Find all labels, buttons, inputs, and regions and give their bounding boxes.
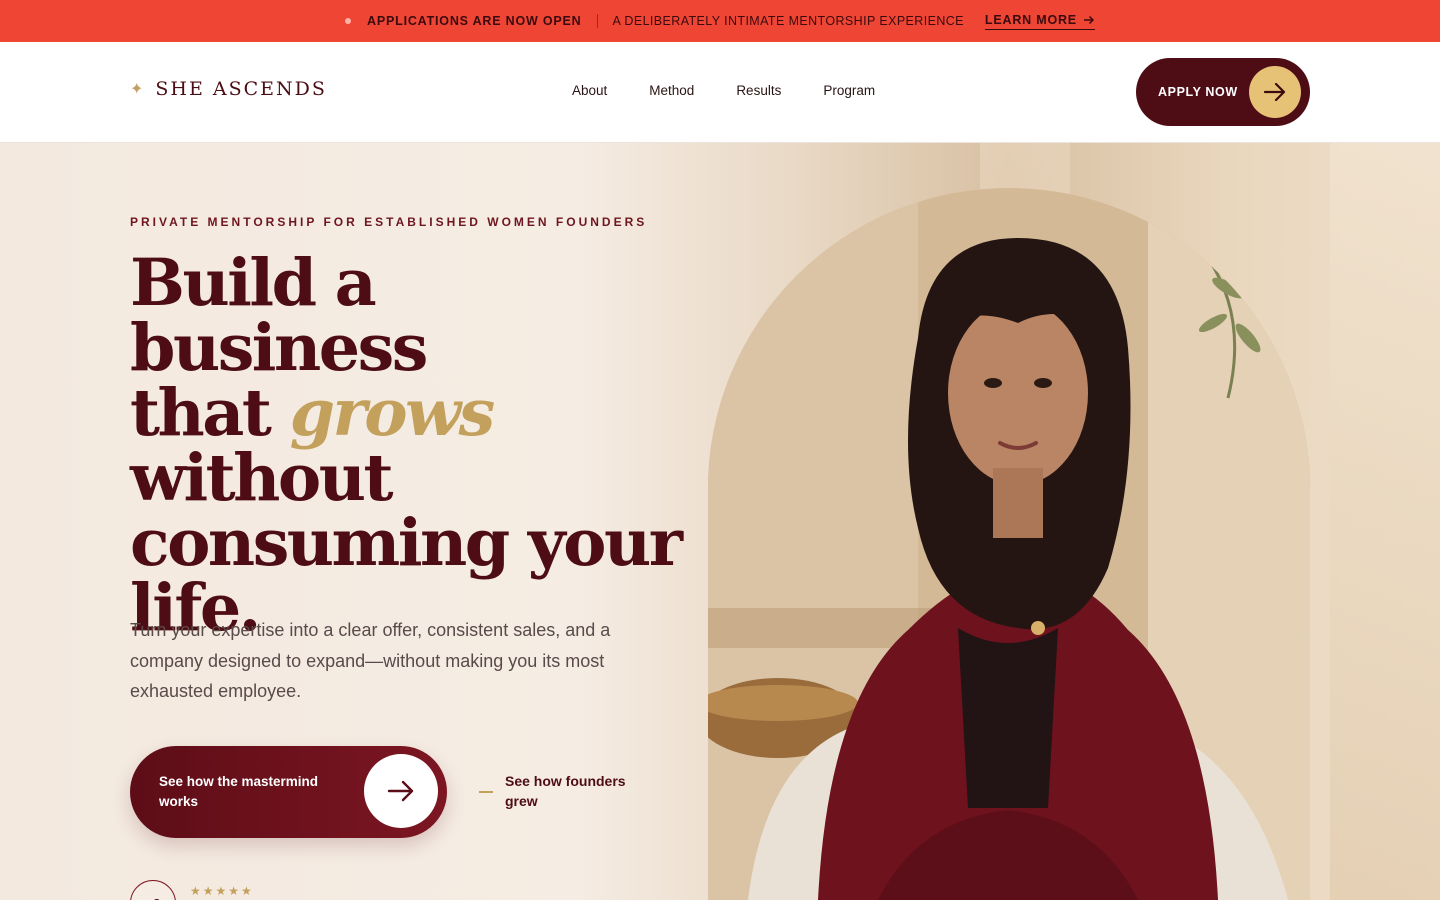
hero-subheading: Turn your expertise into a clear offer, … [130, 620, 611, 701]
main-nav: About Method Results Program [572, 83, 875, 98]
avatar: +2 [130, 880, 176, 900]
learn-more-label: LEARN MORE [984, 12, 1077, 27]
sparkle-icon: ✦ [130, 81, 144, 98]
rating-stars: ★★★★★ [190, 884, 254, 898]
mastermind-cta-button[interactable]: See how the mastermind works [130, 746, 447, 838]
arrow-right-icon [364, 754, 438, 828]
learn-more-link[interactable]: LEARN MORE [984, 12, 1095, 30]
divider [596, 14, 598, 28]
site-header: ✦ SHE ASCENDS About Method Results Progr… [0, 42, 1440, 143]
arrow-right-icon [1249, 66, 1301, 118]
brand-logo[interactable]: ✦ SHE ASCENDS [130, 78, 327, 100]
apply-now-button[interactable]: APPLY NOW [1136, 58, 1310, 126]
nav-program[interactable]: Program [823, 83, 875, 98]
founders-link-label: See how founders grew [505, 773, 626, 809]
nav-about[interactable]: About [572, 83, 607, 98]
social-proof: +2 ★★★★★ [130, 880, 254, 900]
mastermind-cta-label: See how the mastermind works [159, 774, 319, 809]
arrow-right-icon [1083, 15, 1095, 24]
nav-results[interactable]: Results [736, 83, 781, 98]
hero-headline: Build a business that grows without cons… [130, 251, 690, 641]
headline-part1: Build a business [130, 245, 428, 386]
status-dot-icon [345, 18, 352, 24]
apply-now-label: APPLY NOW [1158, 85, 1238, 99]
brand-name: SHE ASCENDS [155, 78, 327, 100]
portrait-illustration [708, 188, 1310, 900]
hero-eyebrow: PRIVATE MENTORSHIP FOR ESTABLISHED WOMEN… [130, 215, 648, 229]
background-panel [1330, 143, 1440, 900]
announcement-bar: APPLICATIONS ARE NOW OPEN A DELIBERATELY… [0, 0, 1440, 42]
announcement-status: APPLICATIONS ARE NOW OPEN [367, 14, 582, 28]
nav-method[interactable]: Method [649, 83, 694, 98]
hero-section: PRIVATE MENTORSHIP FOR ESTABLISHED WOMEN… [0, 143, 1440, 900]
dash-icon [479, 791, 493, 793]
founders-link[interactable]: See how founders grew [479, 771, 635, 811]
founder-portrait [708, 188, 1310, 900]
announcement-tagline: A DELIBERATELY INTIMATE MENTORSHIP EXPER… [612, 14, 964, 28]
